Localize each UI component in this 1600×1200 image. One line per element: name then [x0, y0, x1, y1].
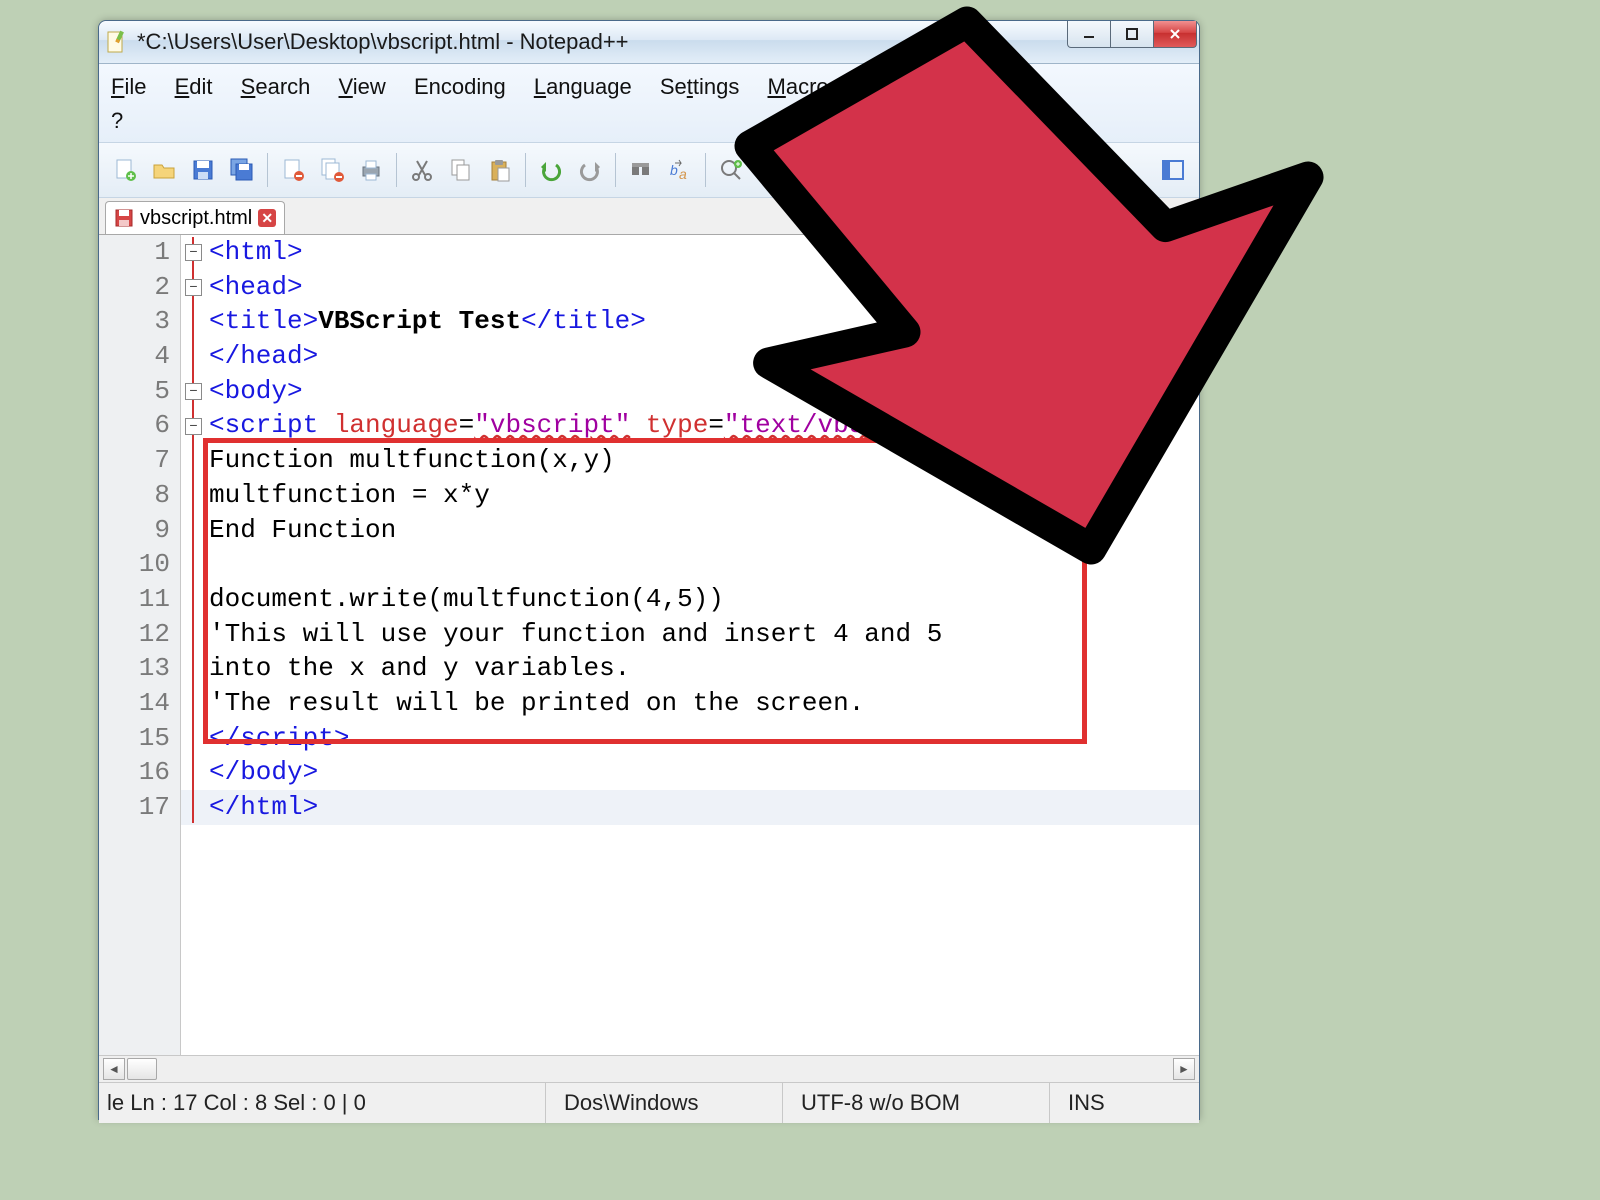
close-file-button[interactable] [275, 152, 311, 188]
menu-language[interactable]: Language [534, 70, 632, 104]
code-line[interactable]: 'The result will be printed on the scree… [209, 686, 1199, 721]
close-all-button[interactable] [314, 152, 350, 188]
fold-toggle[interactable]: − [185, 244, 202, 261]
code-line[interactable]: Function multfunction(x,y) [209, 443, 1199, 478]
new-file-button[interactable] [107, 152, 143, 188]
copy-button[interactable] [443, 152, 479, 188]
fold-toggle[interactable]: − [185, 418, 202, 435]
menu-search[interactable]: Search [241, 70, 311, 104]
redo-button[interactable] [572, 152, 608, 188]
code-line[interactable]: <html> [209, 235, 1199, 270]
scroll-right-button[interactable]: ► [1173, 1058, 1195, 1080]
code-line[interactable] [209, 547, 1199, 582]
maximize-button[interactable] [1110, 21, 1154, 48]
minimize-button[interactable] [1067, 21, 1111, 48]
unsaved-icon [114, 208, 134, 228]
open-file-button[interactable] [146, 152, 182, 188]
code-line[interactable]: 'This will use your function and insert … [209, 617, 1199, 652]
status-bar: le Ln : 17 Col : 8 Sel : 0 | 0 Dos\Windo… [99, 1082, 1199, 1123]
tab-close-button[interactable]: ✕ [258, 209, 276, 227]
menu-settings[interactable]: Settings [660, 70, 740, 104]
save-all-button[interactable] [224, 152, 260, 188]
tab-bar: vbscript.html ✕ [99, 198, 1199, 235]
code-line[interactable]: </head> [209, 339, 1199, 374]
status-encoding: UTF-8 w/o BOM [783, 1083, 1050, 1123]
status-mode: INS [1050, 1083, 1123, 1123]
status-eol: Dos\Windows [546, 1083, 783, 1123]
app-icon [105, 30, 129, 54]
scroll-left-button[interactable]: ◄ [103, 1058, 125, 1080]
code-editor[interactable]: 1234567891011121314151617 − − − − <html><he… [99, 235, 1199, 1055]
code-line[interactable]: <head> [209, 270, 1199, 305]
zoom-in-button[interactable] [713, 152, 749, 188]
save-button[interactable] [185, 152, 221, 188]
code-line[interactable]: </script​> [209, 721, 1199, 756]
toolbar: ba [99, 143, 1199, 198]
line-gutter: 1234567891011121314151617 [99, 235, 181, 1055]
toggle-panel-button[interactable] [1155, 152, 1191, 188]
menu-file[interactable]: File [111, 70, 146, 104]
code-line[interactable]: <title>VBScript Test</title> [209, 304, 1199, 339]
replace-button[interactable]: ba [662, 152, 698, 188]
paste-button[interactable] [482, 152, 518, 188]
fold-toggle[interactable]: − [185, 383, 202, 400]
code-line[interactable]: </html> [209, 790, 1199, 825]
horizontal-scrollbar[interactable]: ◄ ► [99, 1055, 1199, 1082]
menu-encoding[interactable]: Encoding [414, 70, 506, 104]
undo-button[interactable] [533, 152, 569, 188]
tab-vbscript[interactable]: vbscript.html ✕ [105, 201, 285, 234]
print-button[interactable] [353, 152, 389, 188]
svg-text:b: b [670, 162, 678, 178]
status-position: le Ln : 17 Col : 8 Sel : 0 | 0 [105, 1083, 546, 1123]
title-bar[interactable]: *C:\Users\User\Desktop\vbscript.html - N… [99, 21, 1199, 64]
code-line[interactable]: into the x and y variables. [209, 651, 1199, 686]
app-window: *C:\Users\User\Desktop\vbscript.html - N… [98, 20, 1200, 1120]
menu-plugins[interactable]: Plugins [897, 70, 969, 104]
cut-button[interactable] [404, 152, 440, 188]
fold-column: − − − − [181, 235, 205, 1055]
menu-macro[interactable]: Macro [768, 70, 829, 104]
code-line[interactable]: </body> [209, 755, 1199, 790]
menu-bar: File Edit Search View Encoding Language … [99, 64, 1199, 143]
find-button[interactable] [623, 152, 659, 188]
code-line[interactable]: document.write(multfunction(4,5)) [209, 582, 1199, 617]
menu-edit[interactable]: Edit [175, 70, 213, 104]
code-line[interactable]: End Function [209, 513, 1199, 548]
menu-view[interactable]: View [339, 70, 386, 104]
close-button[interactable] [1153, 21, 1197, 48]
tab-label: vbscript.html [140, 207, 252, 230]
scroll-thumb[interactable] [127, 1058, 157, 1080]
fold-toggle[interactable]: − [185, 279, 202, 296]
menu-help[interactable]: ? [111, 104, 123, 138]
code-line[interactable]: <script language="vbscript" type="text/v… [209, 408, 1199, 443]
svg-text:a: a [679, 166, 687, 182]
window-title: *C:\Users\User\Desktop\vbscript.html - N… [137, 29, 1193, 55]
code-area[interactable]: <html><head><title>VBScript Test</title>… [209, 235, 1199, 1055]
code-line[interactable]: <body> [209, 374, 1199, 409]
code-line[interactable]: multfunction = x*y [209, 478, 1199, 513]
